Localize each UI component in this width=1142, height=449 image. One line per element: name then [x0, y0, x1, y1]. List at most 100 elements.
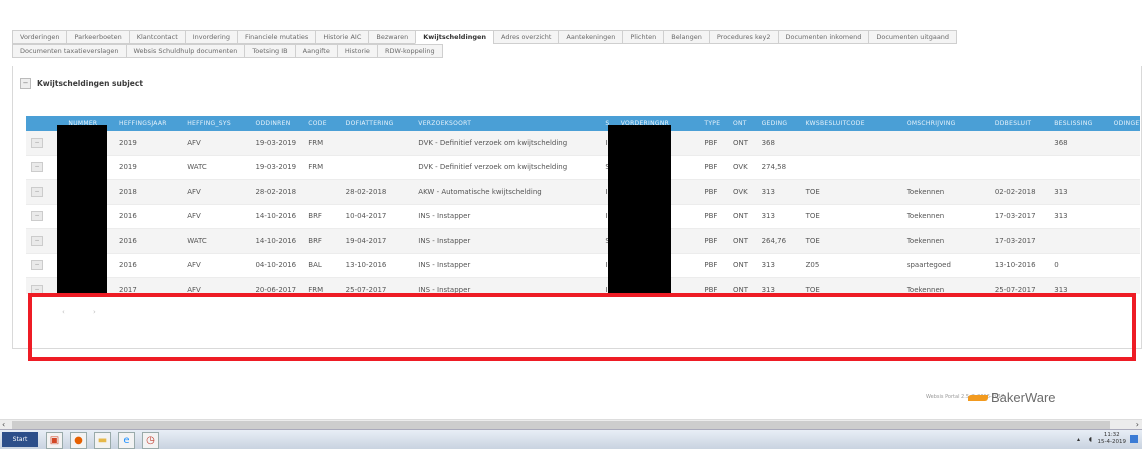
table-cell: 02-02-2018 — [989, 179, 1050, 205]
folder-icon[interactable]: ▬ — [94, 432, 111, 449]
tab-plichten[interactable]: Plichten — [622, 30, 665, 44]
table-cell: 28-02-2018 — [250, 179, 304, 205]
table-cell: 0 — [1049, 253, 1109, 278]
column-header-ont[interactable]: ONT — [727, 116, 757, 131]
column-header-type[interactable]: TYPE — [699, 116, 728, 131]
table-cell: 17-03-2017 — [989, 204, 1050, 229]
table-cell: 2018 — [114, 179, 183, 205]
tab-kwijtscheldingen[interactable]: Kwijtscheldingen — [415, 30, 495, 44]
column-header-verzoeksoort[interactable]: VERZOEKSOORT — [413, 116, 601, 131]
table-cell — [340, 131, 414, 156]
column-header-omschrijving[interactable]: OMSCHRIJVING — [901, 116, 990, 131]
tab-historie[interactable]: Historie — [336, 44, 378, 58]
column-header-dofiattering[interactable]: DOFIATTERING — [340, 116, 414, 131]
column-header-code[interactable]: CODE — [303, 116, 341, 131]
table-cell: Toekennen — [901, 204, 990, 229]
notification-icon[interactable] — [1130, 435, 1138, 443]
table-cell — [1108, 179, 1140, 205]
table-row[interactable]: − 2016 WATC 14-10-2016 BRF 19-04-2017 INS - In… — [26, 228, 1140, 254]
taskbar: Start ▣ ● ▬ e ◷ ▴ ◖ 11:32 15-4-2019 — [0, 429, 1142, 449]
tab-vorderingen[interactable]: Vorderingen — [12, 30, 68, 44]
table-row[interactable]: − 2016 AFV 14-10-2016 BRF 10-04-2017 INS - Ins… — [26, 204, 1140, 229]
table-cell: TOE — [800, 228, 902, 254]
column-header-geding[interactable]: GEDING — [756, 116, 801, 131]
table-row[interactable]: −2016 AFV 04-10-2016 BAL 13-10-2016 INS - Ins… — [26, 253, 1140, 278]
section-title: Kwijtscheldingen subject — [37, 79, 143, 88]
firefox-icon[interactable]: ● — [70, 432, 87, 449]
office-icon[interactable]: ▣ — [46, 432, 63, 449]
table-cell: OVK — [727, 155, 757, 180]
table-cell: Toekennen — [901, 228, 990, 254]
table-cell: TOE — [800, 204, 902, 229]
table-cell: INS - Instapper — [413, 228, 601, 254]
table-row[interactable]: −2017 AFV 20-06-2017 FRM 25-07-2017 INS - Ins… — [26, 277, 1140, 294]
table-cell: 313 — [1049, 277, 1109, 294]
column-header-beslissing[interactable]: BESLISSING — [1049, 116, 1109, 131]
table-cell: spaartegoed — [901, 253, 990, 278]
tab-documenten-uitgaand[interactable]: Documenten uitgaand — [868, 30, 958, 44]
table-cell — [800, 155, 902, 180]
table-cell: ONT — [727, 253, 757, 278]
column-header-odingetr[interactable]: ODINGETR — [1108, 116, 1140, 131]
table-cell: OVK — [727, 179, 757, 205]
row-expand-button[interactable]: − — [31, 162, 43, 173]
tab-toetsing-ib[interactable]: Toetsing IB — [244, 44, 296, 58]
grid-header-row: NUMMER HEFFINGSJAAR HEFFING_SYS ODDINREN COD… — [26, 116, 1140, 131]
row-expand-button[interactable]: − — [31, 211, 43, 222]
tab-procedures-key2[interactable]: Procedures key2 — [708, 30, 779, 44]
column-header-oddinren[interactable]: ODDINREN — [250, 116, 304, 131]
tab-aangifte[interactable]: Aangifte — [294, 44, 338, 58]
tab-historie-aic[interactable]: Historie AIC — [315, 30, 370, 44]
table-cell — [901, 131, 990, 156]
clock-time: 11:32 — [1103, 432, 1120, 438]
table-cell: PBF — [699, 155, 728, 180]
tab-invordering[interactable]: Invordering — [184, 30, 239, 44]
table-cell: AFV — [182, 253, 251, 278]
scrollbar-thumb[interactable] — [12, 421, 1110, 429]
table-cell: 25-07-2017 — [989, 277, 1050, 294]
clock[interactable]: 11:32 15-4-2019 — [1098, 432, 1126, 446]
table-cell: Toekennen — [901, 179, 990, 205]
row-expand-button[interactable]: − — [31, 137, 43, 148]
tab-adres-overzicht[interactable]: Adres overzicht — [493, 30, 560, 44]
column-header-heffingsjaar[interactable]: HEFFINGSJAAR — [114, 116, 183, 131]
table-cell: 313 — [756, 277, 801, 294]
volume-icon[interactable]: ◖ — [1089, 436, 1092, 443]
tab-aantekeningen[interactable]: Aantekeningen — [558, 30, 624, 44]
compass-icon[interactable]: ◷ — [142, 432, 159, 449]
table-cell: 20-06-2017 — [250, 277, 304, 294]
table-cell: 25-07-2017 — [340, 277, 414, 294]
tab-bezwaren[interactable]: Bezwaren — [368, 30, 417, 44]
column-header-heffing-sys[interactable]: HEFFING_SYS — [182, 116, 251, 131]
tab-documenten-taxatieverslagen[interactable]: Documenten taxatieverslagen — [12, 44, 127, 58]
tab-belangen[interactable]: Belangen — [663, 30, 710, 44]
tray-expand-icon[interactable]: ▴ — [1077, 436, 1080, 443]
row-expand-button[interactable]: − — [31, 186, 43, 197]
redaction-box-vorderingnr — [608, 125, 671, 297]
tab-klantcontact[interactable]: Klantcontact — [128, 30, 186, 44]
start-button[interactable]: Start — [2, 432, 38, 447]
table-cell: 264,76 — [756, 228, 801, 254]
table-cell: 313 — [1049, 204, 1109, 229]
internet-explorer-icon[interactable]: e — [118, 432, 135, 449]
table-row[interactable]: − 2019 WATC 19-03-2019 FRM DVK - Definitief v… — [26, 155, 1140, 180]
logo-text: BakerWare — [991, 390, 1056, 405]
table-row[interactable]: − 2019 AFV 19-03-2019 FRM DVK - Definitief ve… — [26, 131, 1140, 156]
table-cell: 2019 — [114, 131, 183, 156]
column-header-ddbesluit[interactable]: DDBESLUIT — [989, 116, 1050, 131]
tab-rdw-koppeling[interactable]: RDW-koppeling — [376, 44, 443, 58]
row-expand-button[interactable]: − — [31, 260, 43, 271]
table-cell: 14-10-2016 — [250, 228, 304, 254]
tab-financiele-mutaties[interactable]: Financiele mutaties — [237, 30, 317, 44]
tab-websis-schuldhulp-documenten[interactable]: Websis Schuldhulp documenten — [125, 44, 246, 58]
column-header-kwsbesluitcode[interactable]: KWSBESLUITCODE — [800, 116, 902, 131]
logo-swoosh-icon — [968, 394, 988, 401]
table-row[interactable]: −2018 AFV 28-02-2018 28-02-2018 AKW - Automa… — [26, 179, 1140, 205]
row-expand-button[interactable]: − — [31, 235, 43, 246]
table-cell: TOE — [800, 277, 902, 294]
tab-parkeerboeten[interactable]: Parkeerboeten — [66, 30, 130, 44]
table-cell: WATC — [182, 228, 251, 254]
collapse-button[interactable]: − — [20, 78, 31, 89]
table-cell: 10-04-2017 — [340, 204, 414, 229]
tab-documenten-inkomend[interactable]: Documenten inkomend — [777, 30, 870, 44]
